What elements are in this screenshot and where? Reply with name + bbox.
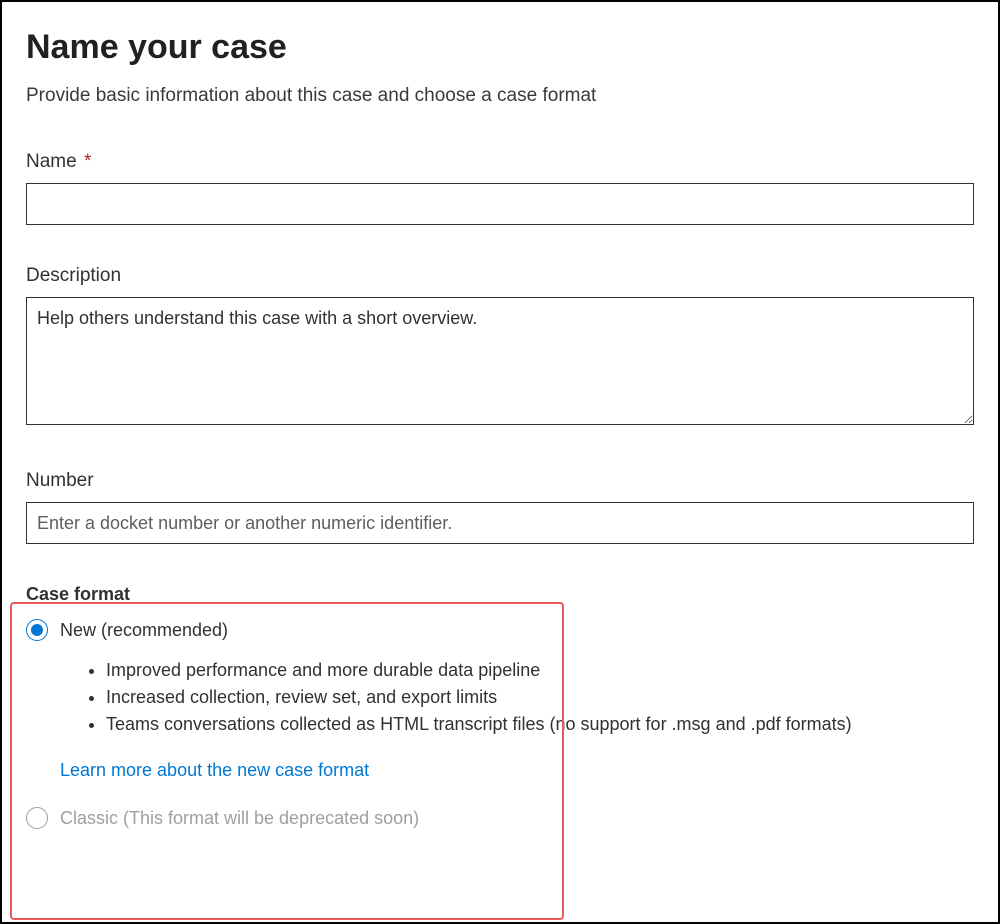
page-title: Name your case — [26, 28, 974, 67]
number-form-group: Number — [26, 470, 974, 544]
number-input[interactable] — [26, 502, 974, 544]
radio-label-classic: Classic (This format will be deprecated … — [60, 808, 419, 829]
radio-button-new[interactable] — [26, 619, 48, 641]
radio-label-new: New (recommended) — [60, 620, 228, 641]
name-input[interactable] — [26, 183, 974, 225]
feature-item: Teams conversations collected as HTML tr… — [106, 711, 974, 738]
radio-option-new[interactable]: New (recommended) — [26, 619, 974, 641]
description-textarea[interactable] — [26, 297, 974, 425]
required-indicator-icon: * — [84, 151, 91, 172]
feature-item: Improved performance and more durable da… — [106, 657, 974, 684]
dialog-frame: Name your case Provide basic information… — [0, 0, 1000, 924]
name-label: Name * — [26, 151, 974, 173]
learn-more-link[interactable]: Learn more about the new case format — [60, 760, 369, 781]
page-subtitle: Provide basic information about this cas… — [26, 85, 974, 107]
new-format-feature-list: Improved performance and more durable da… — [106, 657, 974, 738]
radio-option-classic[interactable]: Classic (This format will be deprecated … — [26, 807, 974, 829]
feature-item: Increased collection, review set, and ex… — [106, 684, 974, 711]
description-form-group: Description — [26, 265, 974, 430]
case-format-section: Case format New (recommended) Improved p… — [26, 584, 974, 829]
name-label-text: Name — [26, 151, 77, 172]
name-form-group: Name * — [26, 151, 974, 225]
radio-button-classic[interactable] — [26, 807, 48, 829]
description-label: Description — [26, 265, 974, 287]
case-format-heading: Case format — [26, 584, 974, 605]
number-label: Number — [26, 470, 974, 492]
